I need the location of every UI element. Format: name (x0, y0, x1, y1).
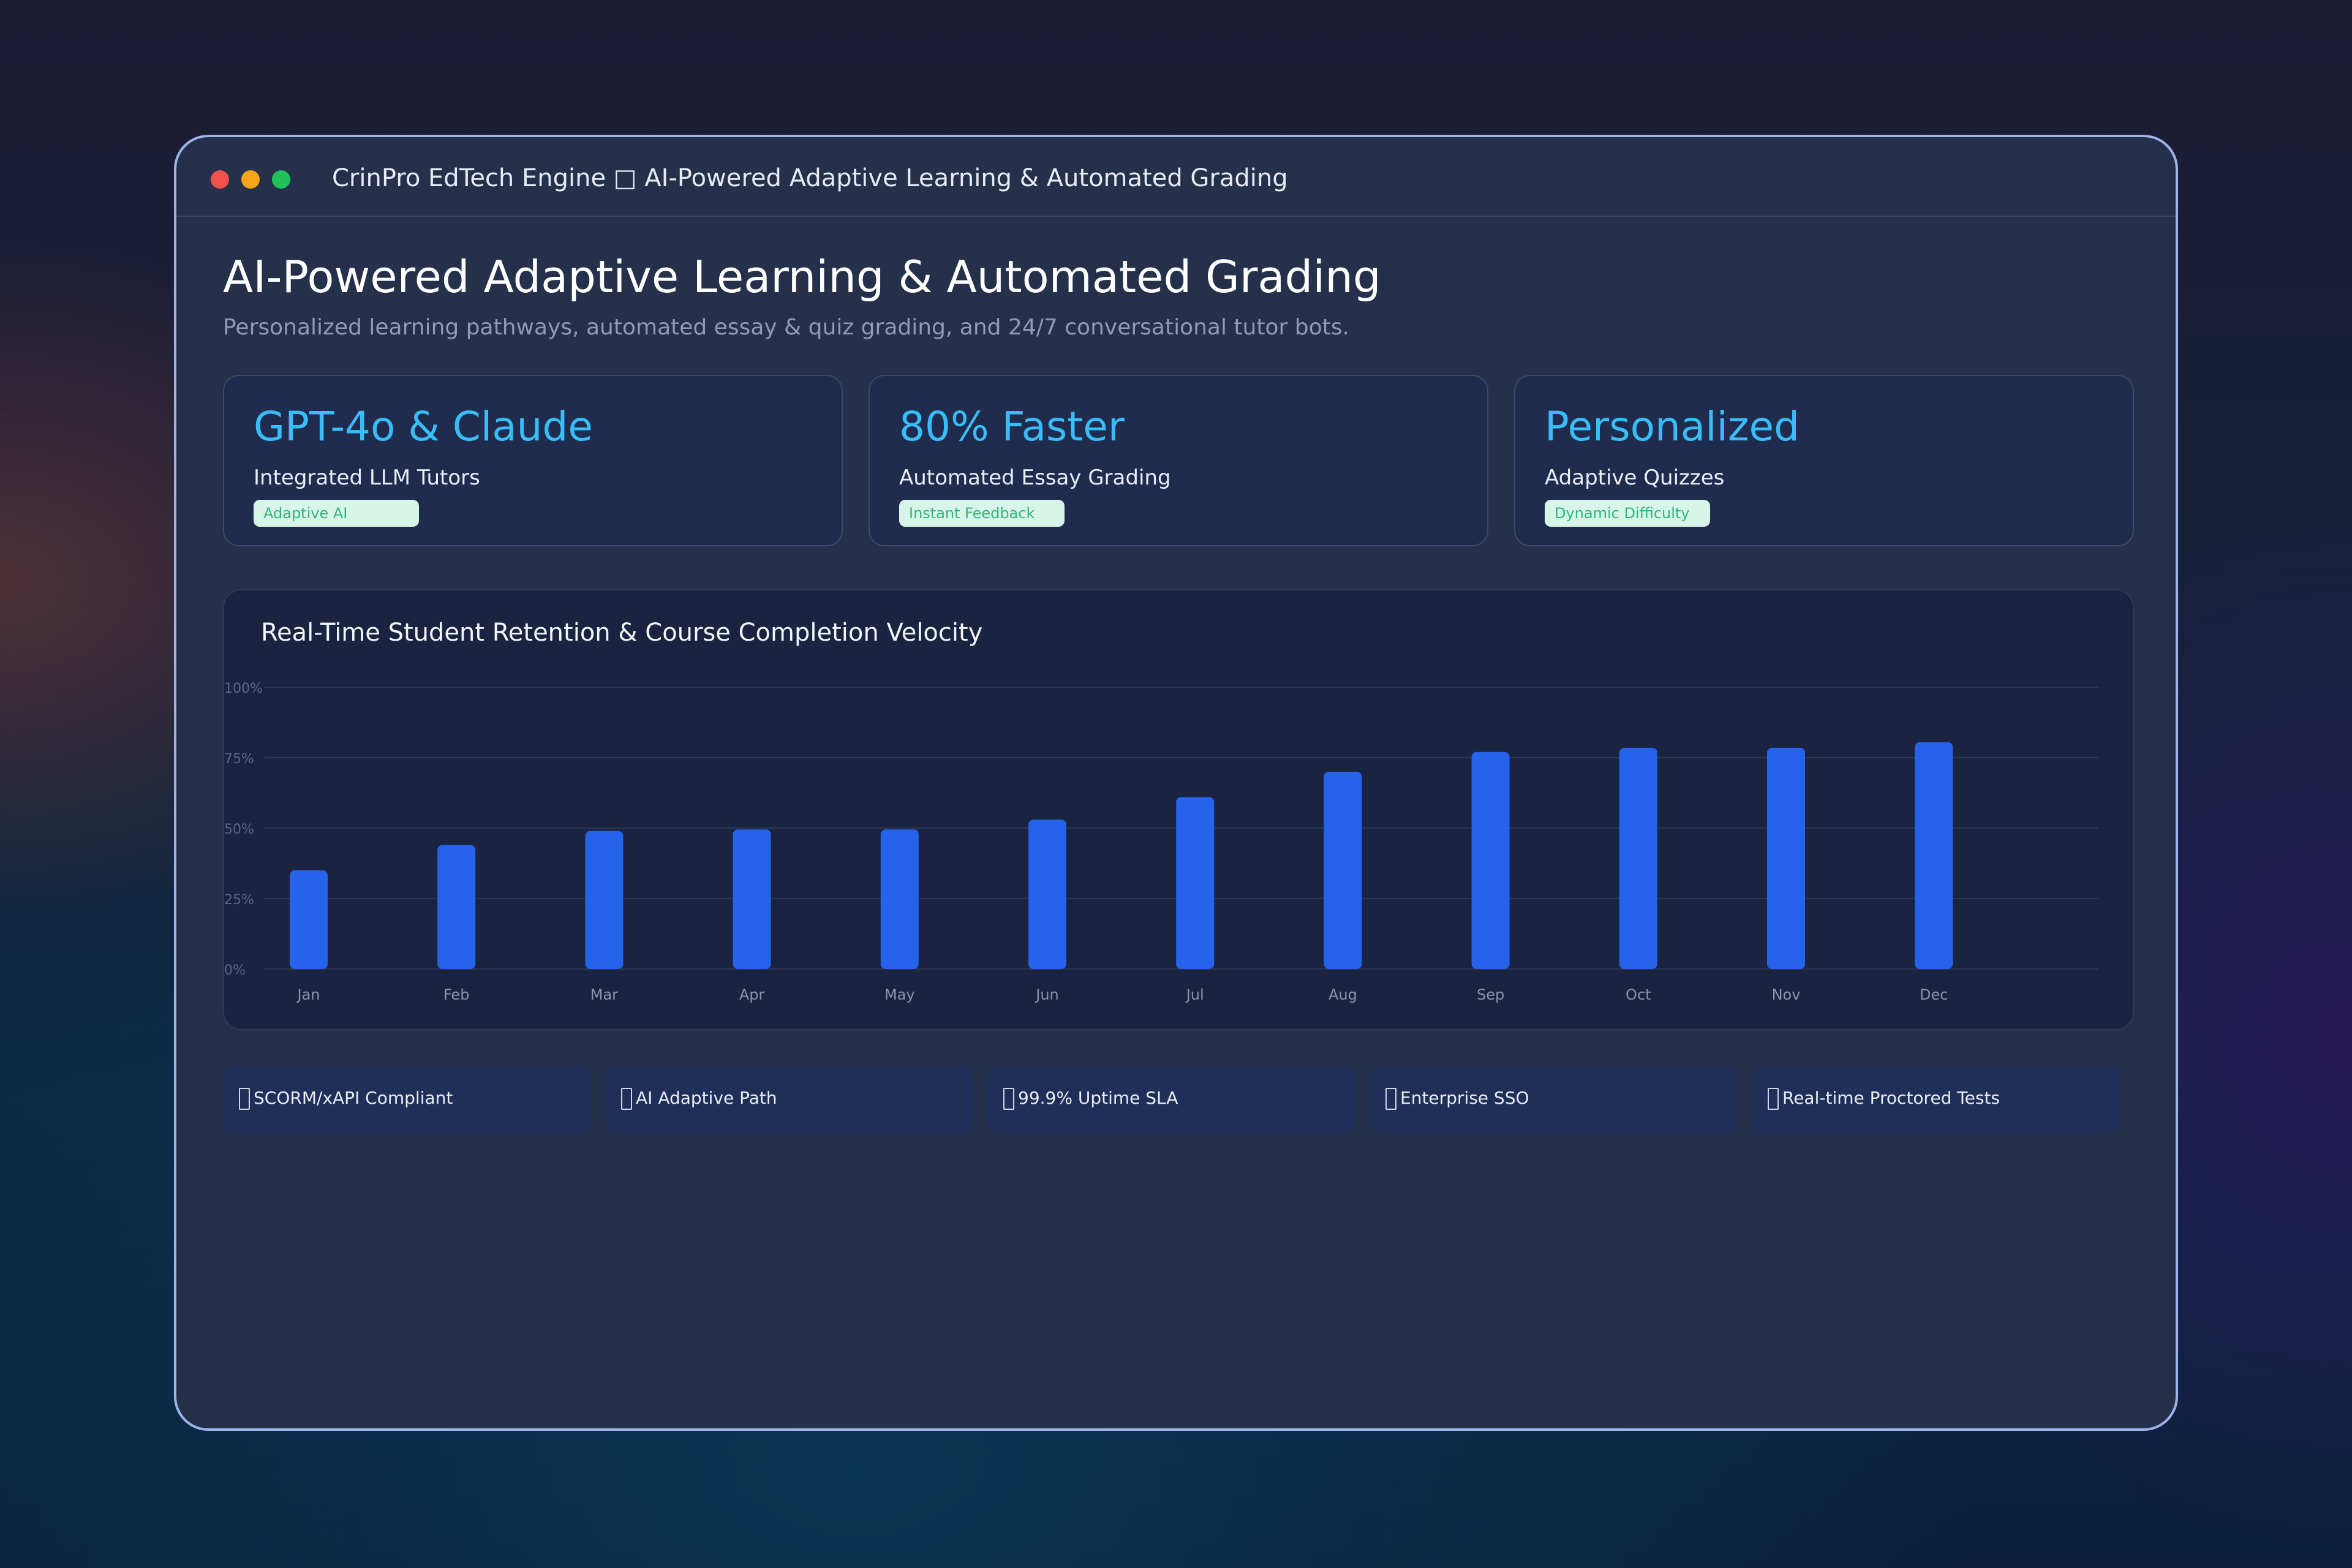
stat-card-llm-tutors: GPT-4o & Claude Integrated LLM Tutors Ad… (223, 375, 843, 546)
bar-mar[interactable] (585, 831, 624, 969)
feature-scorm: SCORM/xAPI Compliant (223, 1066, 590, 1133)
missing-glyph-icon (1003, 1088, 1014, 1110)
stat-value: GPT-4o & Claude (254, 403, 594, 450)
y-tick-label: 50% (224, 822, 254, 837)
page-subtitle: Personalized learning pathways, automate… (223, 315, 1349, 340)
x-tick-label: Jan (296, 986, 320, 1003)
bar-oct[interactable] (1619, 747, 1657, 969)
x-tick-label: Apr (739, 986, 765, 1003)
stat-label: Adaptive Quizzes (1545, 466, 1725, 490)
maximize-window-button[interactable] (272, 170, 290, 189)
bar-jan[interactable] (290, 870, 328, 969)
missing-glyph-icon (1768, 1088, 1779, 1110)
y-tick-label: 75% (224, 752, 254, 767)
retention-chart-panel: Real-Time Student Retention & Course Com… (223, 589, 2134, 1030)
x-tick-label: Sep (1477, 986, 1504, 1003)
minimize-window-button[interactable] (241, 170, 260, 189)
x-tick-label: Aug (1329, 986, 1357, 1003)
feature-label: Real-time Proctored Tests (1782, 1088, 2000, 1108)
stat-card-adaptive-quizzes: Personalized Adaptive Quizzes Dynamic Di… (1514, 375, 2134, 546)
retention-bar-chart: 0% 25% 50% 75% 100% Jan Feb Mar Apr May Jun Jul Aug S… (224, 681, 2098, 1003)
stat-badge: Instant Feedback (899, 500, 1065, 527)
x-tick-label: Jun (1035, 986, 1059, 1003)
x-tick-label: Oct (1626, 986, 1651, 1003)
stat-badge: Adaptive AI (254, 500, 419, 527)
feature-uptime-sla: 99.9% Uptime SLA (987, 1066, 1355, 1133)
bar-nov[interactable] (1767, 747, 1805, 969)
x-tick-label: Mar (590, 986, 618, 1003)
feature-enterprise-sso: Enterprise SSO (1370, 1066, 1737, 1133)
page-title: AI-Powered Adaptive Learning & Automated… (223, 251, 1381, 303)
feature-adaptive-path: AI Adaptive Path (605, 1066, 973, 1133)
stat-badge: Dynamic Difficulty (1545, 500, 1710, 527)
window-title: CrinPro EdTech Engine □ AI-Powered Adapt… (332, 164, 1288, 192)
y-tick-label: 0% (224, 963, 246, 978)
bar-aug[interactable] (1324, 772, 1362, 969)
y-tick-label: 100% (224, 681, 263, 696)
bar-may[interactable] (880, 829, 919, 969)
missing-glyph-icon (239, 1088, 250, 1110)
app-window: CrinPro EdTech Engine □ AI-Powered Adapt… (174, 135, 2178, 1431)
x-tick-label: Jul (1185, 986, 1204, 1003)
feature-label: SCORM/xAPI Compliant (254, 1088, 453, 1108)
x-tick-label: Nov (1772, 986, 1801, 1003)
bar-jun[interactable] (1028, 820, 1066, 969)
x-tick-label: Feb (443, 986, 470, 1003)
title-bar: CrinPro EdTech Engine □ AI-Powered Adapt… (176, 137, 2176, 217)
close-window-button[interactable] (211, 170, 229, 189)
stat-value: Personalized (1545, 403, 1800, 450)
x-tick-label: May (884, 986, 915, 1003)
feature-label: AI Adaptive Path (636, 1088, 777, 1108)
stat-card-essay-grading: 80% Faster Automated Essay Grading Insta… (869, 375, 1488, 546)
missing-glyph-icon (621, 1088, 632, 1110)
bar-feb[interactable] (437, 845, 476, 969)
feature-proctored-tests: Real-time Proctored Tests (1752, 1066, 2119, 1133)
stat-label: Integrated LLM Tutors (254, 466, 480, 490)
bar-apr[interactable] (733, 829, 771, 969)
feature-label: Enterprise SSO (1400, 1088, 1529, 1108)
bar-jul[interactable] (1176, 797, 1215, 969)
missing-glyph-icon (1385, 1088, 1396, 1110)
bar-sep[interactable] (1471, 752, 1510, 969)
x-tick-label: Dec (1920, 986, 1948, 1003)
bar-dec[interactable] (1915, 742, 1953, 969)
y-tick-label: 25% (224, 892, 254, 908)
feature-label: 99.9% Uptime SLA (1018, 1088, 1178, 1108)
stat-value: 80% Faster (899, 403, 1125, 450)
stat-label: Automated Essay Grading (899, 466, 1171, 490)
